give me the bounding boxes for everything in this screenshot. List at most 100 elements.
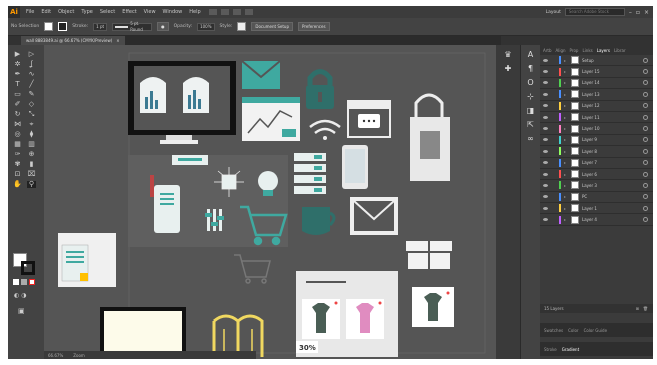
draw-mode-icon[interactable]: ◐ ◑ [14,292,26,299]
gpu-performance-icon[interactable] [244,9,253,15]
target-icon[interactable] [643,148,648,154]
target-icon[interactable] [643,217,648,223]
layer-name[interactable]: Layer 6 [582,172,597,177]
scale-tool-icon[interactable]: ⤡ [27,111,36,118]
free-transform-tool-icon[interactable]: ⌖ [27,121,36,128]
expand-arrow-icon[interactable]: ▸ [564,103,568,108]
layer-row[interactable]: ▸ Setup [540,55,653,67]
layer-name[interactable]: Layer 7 [582,160,597,165]
pen-tool-icon[interactable]: ✒ [13,71,22,78]
fill-stroke-widget[interactable] [13,253,37,275]
menu-select[interactable]: Select [100,9,115,15]
expand-arrow-icon[interactable]: ▸ [564,92,568,97]
minimize-icon[interactable]: – [629,9,632,16]
opacity-field[interactable]: 100% [197,22,215,31]
menu-file[interactable]: File [26,9,34,15]
tab-swatches[interactable]: Swatches [544,328,563,333]
layer-row[interactable]: ▸ Layer 13 [540,89,653,101]
layer-name[interactable]: Layer 8 [582,149,597,154]
layer-row[interactable]: ▸ PC [540,192,653,204]
visibility-eye-icon[interactable] [543,81,548,85]
target-icon[interactable] [643,114,648,120]
bridge-icon[interactable] [208,9,217,15]
layer-name[interactable]: Layer 10 [582,126,600,131]
fill-swatch[interactable] [44,22,54,31]
tab-links[interactable]: Links [582,48,592,53]
visibility-eye-icon[interactable] [543,58,548,62]
magic-wand-tool-icon[interactable]: ✲ [13,61,22,68]
paragraph-icon[interactable]: ¶ [521,64,540,73]
layer-name[interactable]: Setup [582,58,594,63]
delete-layer-icon[interactable]: 🗑 [643,306,648,311]
expand-arrow-icon[interactable]: ▸ [564,217,568,222]
width-tool-icon[interactable]: ⋈ [13,121,22,128]
menu-type[interactable]: Type [81,9,92,15]
expand-arrow-icon[interactable]: ▸ [564,194,568,199]
target-icon[interactable] [643,182,648,188]
tab-color[interactable]: Color [568,328,578,333]
eyedropper-tool-icon[interactable]: ✑ [13,151,22,158]
variable-width-button[interactable]: ● [157,22,169,31]
export-icon[interactable]: ⇱ [521,120,540,129]
layer-name[interactable]: Layer 13 [582,92,600,97]
none-mode-icon[interactable] [29,279,35,285]
layer-name[interactable]: Layer 11 [582,115,600,120]
menu-effect[interactable]: Effect [122,9,136,15]
target-icon[interactable] [643,126,648,132]
tab-close-icon[interactable]: × [116,36,119,45]
preferences-button[interactable]: Preferences [298,22,330,31]
expand-arrow-icon[interactable]: ▸ [564,115,568,120]
shaper-tool-icon[interactable]: ✐ [13,101,22,108]
menu-window[interactable]: Window [163,9,183,15]
visibility-eye-icon[interactable] [543,206,548,210]
layer-name[interactable]: Layer 14 [582,80,600,85]
document-tab[interactable]: wall 8883849.ai @ 66.67% (CMYK/Preview) … [21,36,125,45]
layer-name[interactable]: Layer 15 [582,69,600,74]
layer-row[interactable]: ▸ Layer 9 [540,135,653,147]
tab-stroke[interactable]: Stroke [544,347,557,352]
stock-search-input[interactable]: Search Adobe Stock [564,8,625,16]
target-icon[interactable] [643,137,648,143]
menu-view[interactable]: View [144,9,156,15]
direct-selection-tool-icon[interactable]: ▷ [27,51,36,58]
visibility-eye-icon[interactable] [543,218,548,222]
visibility-eye-icon[interactable] [543,195,548,199]
blend-tool-icon[interactable]: ⊕ [27,151,36,158]
visibility-eye-icon[interactable] [543,92,548,96]
tab-properties[interactable]: Prop [570,48,579,53]
screen-mode-icon[interactable]: ▣ [18,307,25,315]
target-icon[interactable] [643,91,648,97]
expand-arrow-icon[interactable]: ▸ [564,137,568,142]
expand-arrow-icon[interactable]: ▸ [564,80,568,85]
paintbrush-tool-icon[interactable]: ✎ [27,91,36,98]
layer-row[interactable]: ▸ Layer 11 [540,112,653,124]
expand-arrow-icon[interactable]: ▸ [564,126,568,131]
layer-name[interactable]: Layer 4 [582,217,597,222]
layer-row[interactable]: ▸ Layer 3 [540,180,653,192]
zoom-level[interactable]: 66.67% [48,353,63,358]
artboard-canvas[interactable]: 30% [44,45,496,359]
symbol-sprayer-tool-icon[interactable]: ✾ [13,161,22,168]
menu-object[interactable]: Object [58,9,74,15]
slice-tool-icon[interactable]: ⌧ [27,171,36,178]
stroke-weight-field[interactable]: 1 pt [93,22,108,31]
line-tool-icon[interactable]: ╱ [27,81,36,88]
gradient-mode-icon[interactable] [21,279,27,285]
selection-tool-icon[interactable]: ▶ [13,51,22,58]
layer-row[interactable]: ▸ Layer 8 [540,146,653,158]
target-icon[interactable] [643,205,648,211]
expand-arrow-icon[interactable]: ▸ [564,58,568,63]
tab-libraries[interactable]: Librar [614,48,626,53]
document-setup-button[interactable]: Document Setup [251,22,293,31]
target-icon[interactable] [643,57,648,63]
tab-artboards[interactable]: Artb [543,48,552,53]
menu-edit[interactable]: Edit [41,9,51,15]
hand-tool-icon[interactable]: ✋ [13,181,22,188]
color-mode-icon[interactable] [13,279,19,285]
expand-arrow-icon[interactable]: ▸ [564,149,568,154]
stock-icon[interactable] [220,9,229,15]
visibility-eye-icon[interactable] [543,149,548,153]
layer-name[interactable]: PC [582,194,587,199]
layer-row[interactable]: ▸ Layer 6 [540,169,653,181]
layer-name[interactable]: Layer 1 [582,206,597,211]
